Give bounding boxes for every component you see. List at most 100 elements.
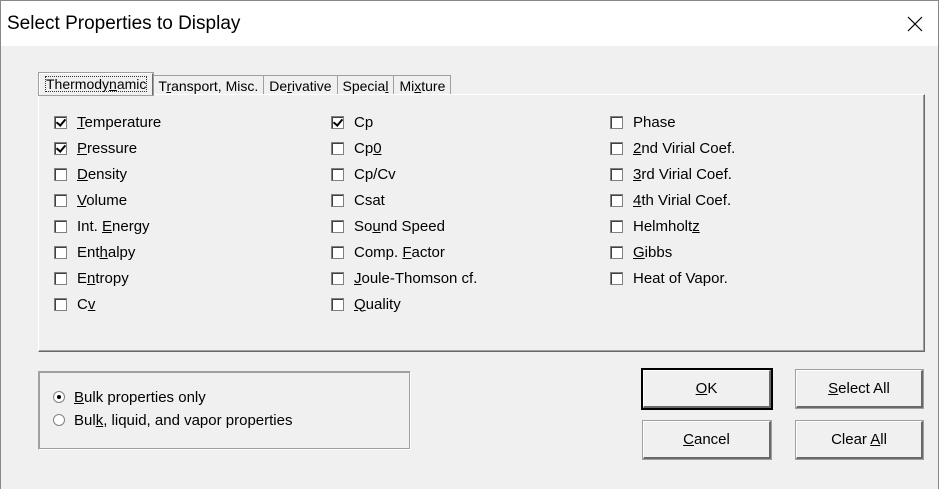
tab-label: Thermodynamic <box>45 76 148 92</box>
tab-label: Special <box>342 78 389 94</box>
checkbox-label: 2nd Virial Coef. <box>633 139 736 157</box>
property-checkbox[interactable]: Phase <box>610 109 735 135</box>
property-checkbox[interactable]: 3rd Virial Coef. <box>610 161 735 187</box>
button-label: Cancel <box>683 431 730 448</box>
checkbox-indicator <box>54 167 67 181</box>
tab-special[interactable]: Special <box>336 75 395 95</box>
checkbox-indicator <box>331 141 344 155</box>
checkbox-indicator <box>610 219 623 233</box>
tab-label: Derivative <box>269 78 332 94</box>
property-checkbox[interactable]: Density <box>54 161 161 187</box>
checkbox-label: Int. Energy <box>77 217 150 235</box>
checkbox-indicator <box>54 297 67 311</box>
tab-label: Mixture <box>399 78 446 94</box>
checkbox-label: Gibbs <box>633 243 673 261</box>
tab-thermodynamic[interactable]: Thermodynamic <box>37 72 155 96</box>
tab-label: Transport, Misc. <box>158 78 259 94</box>
property-checkbox[interactable]: 4th Virial Coef. <box>610 187 735 213</box>
property-checkbox[interactable]: Volume <box>54 187 161 213</box>
title-bar: Select Properties to Display <box>0 0 939 47</box>
property-checkbox[interactable]: Enthalpy <box>54 239 161 265</box>
checkbox-indicator <box>54 245 67 259</box>
dialog-client: Thermodynamic Transport, Misc. Derivativ… <box>0 46 939 489</box>
checkbox-label: Volume <box>77 191 128 209</box>
property-checkbox[interactable]: Cp/Cv <box>331 161 477 187</box>
button-label: OK <box>695 380 718 397</box>
property-checkbox[interactable]: Gibbs <box>610 239 735 265</box>
checkbox-indicator <box>54 271 67 285</box>
checkbox-label: Cp0 <box>354 139 382 157</box>
property-column-2: Cp Cp0 Cp/Cv Csat Sound Speed Comp. Factor Jou… <box>331 109 477 317</box>
property-checkbox[interactable]: Heat of Vapor. <box>610 265 735 291</box>
checkbox-indicator <box>331 115 344 129</box>
tab-derivative[interactable]: Derivative <box>263 75 338 95</box>
checkbox-label: Phase <box>633 113 676 131</box>
checkbox-label: Density <box>77 165 128 183</box>
close-button[interactable] <box>892 1 938 47</box>
tab-panel-thermodynamic: Temperature Pressure Density Volume Int. Ene… <box>38 94 925 352</box>
checkbox-indicator <box>610 193 623 207</box>
checkbox-indicator <box>54 115 67 129</box>
property-checkbox[interactable]: Temperature <box>54 109 161 135</box>
checkbox-label: Helmholtz <box>633 217 700 235</box>
checkbox-indicator <box>331 219 344 233</box>
radio-bulk-only[interactable]: Bulk properties only <box>53 386 206 408</box>
property-checkbox[interactable]: Cv <box>54 291 161 317</box>
checkbox-label: Pressure <box>77 139 138 157</box>
property-checkbox[interactable]: Pressure <box>54 135 161 161</box>
checkbox-label: Cp <box>354 113 374 131</box>
property-column-3: Phase 2nd Virial Coef. 3rd Virial Coef. 4th… <box>610 109 735 291</box>
property-checkbox[interactable]: Entropy <box>54 265 161 291</box>
checkbox-indicator <box>610 141 623 155</box>
property-checkbox[interactable]: Quality <box>331 291 477 317</box>
select-all-button[interactable]: Select All <box>795 369 924 409</box>
property-checkbox[interactable]: Cp <box>331 109 477 135</box>
checkbox-label: Joule-Thomson cf. <box>354 269 478 287</box>
checkbox-label: Temperature <box>77 113 162 131</box>
radio-bulk-liquid-vapor[interactable]: Bulk, liquid, and vapor properties <box>53 409 292 431</box>
property-checkbox[interactable]: Cp0 <box>331 135 477 161</box>
checkbox-indicator <box>331 193 344 207</box>
phase-options-group: Bulk properties only Bulk, liquid, and v… <box>38 371 411 450</box>
checkbox-indicator <box>54 193 67 207</box>
checkbox-label: 4th Virial Coef. <box>633 191 732 209</box>
radio-label: Bulk, liquid, and vapor properties <box>74 411 293 429</box>
checkbox-indicator <box>610 271 623 285</box>
radio-indicator <box>53 414 65 426</box>
checkbox-label: Enthalpy <box>77 243 136 261</box>
ok-button[interactable]: OK <box>641 368 773 410</box>
checkbox-indicator <box>331 245 344 259</box>
checkbox-indicator <box>610 245 623 259</box>
tab-strip: Thermodynamic Transport, Misc. Derivativ… <box>37 72 452 96</box>
checkbox-indicator <box>331 167 344 181</box>
radio-label: Bulk properties only <box>74 388 206 406</box>
tab-mixture[interactable]: Mixture <box>393 75 452 95</box>
checkbox-label: Entropy <box>77 269 129 287</box>
checkbox-indicator <box>610 115 623 129</box>
checkbox-indicator <box>54 141 67 155</box>
checkbox-indicator <box>610 167 623 181</box>
property-checkbox[interactable]: Comp. Factor <box>331 239 477 265</box>
tab-transport-misc[interactable]: Transport, Misc. <box>152 75 265 95</box>
checkbox-label: Cp/Cv <box>354 165 396 183</box>
button-label: Select All <box>828 380 890 397</box>
window-title: Select Properties to Display <box>7 13 241 34</box>
cancel-button[interactable]: Cancel <box>642 420 772 460</box>
checkbox-label: Cv <box>77 295 96 313</box>
property-checkbox[interactable]: Joule-Thomson cf. <box>331 265 477 291</box>
property-checkbox[interactable]: Sound Speed <box>331 213 477 239</box>
close-icon <box>907 16 923 32</box>
property-checkbox[interactable]: Csat <box>331 187 477 213</box>
property-checkbox[interactable]: Helmholtz <box>610 213 735 239</box>
checkbox-indicator <box>54 219 67 233</box>
property-checkbox[interactable]: Int. Energy <box>54 213 161 239</box>
property-checkbox[interactable]: 2nd Virial Coef. <box>610 135 735 161</box>
checkbox-label: Comp. Factor <box>354 243 445 261</box>
checkbox-label: Sound Speed <box>354 217 445 235</box>
checkbox-label: Heat of Vapor. <box>633 269 728 287</box>
button-label: Clear All <box>831 431 887 448</box>
checkbox-label: Quality <box>354 295 401 313</box>
clear-all-button[interactable]: Clear All <box>795 420 924 460</box>
checkbox-label: 3rd Virial Coef. <box>633 165 732 183</box>
property-column-1: Temperature Pressure Density Volume Int. Ene… <box>54 109 161 317</box>
